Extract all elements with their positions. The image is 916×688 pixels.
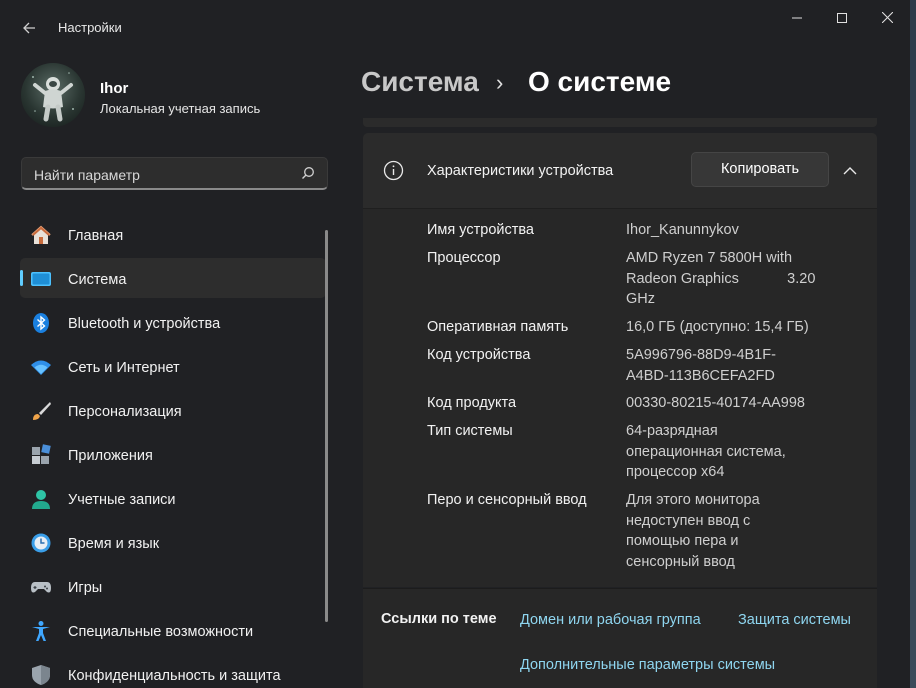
spec-label-system-type: Тип системы <box>427 423 513 439</box>
sidebar-item-label: Bluetooth и устройства <box>68 316 221 332</box>
spec-value-system-type[interactable]: 64-разрядная операционная система, проце… <box>626 421 836 483</box>
sidebar-item-label: Приложения <box>68 448 153 464</box>
spec-value-line: Для этого монитора <box>626 492 760 508</box>
search-icon[interactable] <box>301 166 315 180</box>
spec-value-line: помощью пера и <box>626 533 739 549</box>
sidebar-item-accounts[interactable]: Учетные записи <box>20 478 326 518</box>
spec-label-pen-touch: Перо и сенсорный ввод <box>427 492 587 508</box>
sidebar-item-label: Конфиденциальность и защита <box>68 668 281 684</box>
sidebar-item-home[interactable]: Главная <box>20 214 326 254</box>
sidebar-item-label: Персонализация <box>68 404 182 420</box>
brush-icon <box>33 402 51 420</box>
search-input[interactable]: Найти параметр <box>21 157 328 190</box>
spec-value-line: Ihor_Kanunnykov <box>626 222 739 238</box>
sidebar-item-time-language[interactable]: Время и язык <box>20 522 326 562</box>
spec-value-product-id[interactable]: 00330-80215-40174-AA998 <box>626 393 836 414</box>
spec-value-line: 00330-80215-40174-AA998 <box>626 395 805 411</box>
spec-value-device-name[interactable]: Ihor_Kanunnykov <box>626 220 836 241</box>
gamepad-icon <box>31 582 51 593</box>
spec-value-line: сенсорный ввод <box>626 553 735 570</box>
chevron-up-icon[interactable] <box>840 161 860 181</box>
copy-button[interactable]: Копировать <box>691 152 829 187</box>
active-indicator <box>20 270 23 286</box>
spec-label-ram: Оперативная память <box>427 319 569 335</box>
sidebar-item-personalization[interactable]: Персонализация <box>20 390 326 430</box>
breadcrumb-separator: › <box>496 70 504 95</box>
settings-window: Настройки Ihor Локальная учетная запись … <box>0 0 910 688</box>
link-domain-workgroup[interactable]: Домен или рабочая группа <box>520 612 701 628</box>
globe-clock-icon <box>31 533 51 553</box>
related-links-title: Ссылки по теме <box>381 611 497 627</box>
spec-value-ram[interactable]: 16,0 ГБ (доступно: 15,4 ГБ) <box>626 317 836 338</box>
page-title: О системе <box>528 66 672 97</box>
close-button[interactable] <box>864 8 910 28</box>
sidebar-scrollbar[interactable] <box>325 230 328 622</box>
spec-value-line: процессор x64 <box>626 464 725 480</box>
link-system-protection[interactable]: Защита системы <box>738 612 851 628</box>
shield-icon <box>32 665 50 685</box>
spec-value-pen-touch[interactable]: Для этого монитора недоступен ввод с пом… <box>626 490 836 572</box>
sidebar-item-label: Время и язык <box>68 536 160 552</box>
user-name: Ihor <box>100 80 129 97</box>
sidebar-item-label: Игры <box>68 580 103 596</box>
spec-value-line: 64-разрядная <box>626 423 718 439</box>
sidebar-item-network[interactable]: Сеть и Интернет <box>20 346 326 386</box>
sidebar-item-accessibility[interactable]: Специальные возможности <box>20 610 326 650</box>
spec-value-device-id[interactable]: 5A996796-88D9-4B1F- A4BD-113B6CEFA2FD <box>626 345 836 386</box>
astronaut-avatar-image <box>32 72 74 122</box>
previous-card-edge <box>363 118 877 127</box>
link-advanced-system-settings[interactable]: Дополнительные параметры системы <box>520 657 775 673</box>
sidebar-nav: Главная Система Bluetooth и устройства С… <box>20 214 326 688</box>
spec-label-device-name: Имя устройства <box>427 222 534 238</box>
device-specs-header[interactable]: Характеристики устройства Копировать <box>363 133 877 208</box>
title-bar: Настройки <box>0 0 910 48</box>
apps-icon <box>32 444 51 464</box>
minimize-icon <box>792 17 802 19</box>
wifi-icon <box>31 360 51 375</box>
sidebar-item-label: Система <box>68 272 127 288</box>
spec-label-processor: Процессор <box>427 250 501 266</box>
sidebar-item-system[interactable]: Система <box>20 258 326 298</box>
sidebar-item-label: Главная <box>68 228 124 244</box>
spec-value-line: GHz <box>626 291 655 307</box>
maximize-icon <box>837 13 847 23</box>
spec-value-line: операционная система, <box>626 443 786 460</box>
system-display-icon <box>31 272 51 286</box>
sidebar-item-label: Учетные записи <box>68 492 176 508</box>
device-specs-title: Характеристики устройства <box>427 163 614 179</box>
home-icon <box>31 225 51 244</box>
info-icon <box>383 160 404 181</box>
spec-value-line: недоступен ввод с <box>626 512 751 529</box>
desktop-background <box>910 0 916 688</box>
search-placeholder: Найти параметр <box>34 167 140 183</box>
sidebar-item-gaming[interactable]: Игры <box>20 566 326 606</box>
sidebar-item-apps[interactable]: Приложения <box>20 434 326 474</box>
minimize-button[interactable] <box>774 8 820 28</box>
spec-value-line: Radeon Graphics 3.20 <box>626 270 816 287</box>
account-icon <box>32 490 50 509</box>
sidebar-item-privacy[interactable]: Конфиденциальность и защита <box>20 654 326 688</box>
close-icon <box>881 11 893 24</box>
sidebar-item-bluetooth[interactable]: Bluetooth и устройства <box>20 302 326 342</box>
bluetooth-icon <box>33 313 49 333</box>
breadcrumb-parent[interactable]: Система <box>361 66 479 98</box>
spec-value-line: 16,0 ГБ (доступно: 15,4 ГБ) <box>626 319 809 335</box>
sidebar-item-label: Специальные возможности <box>68 624 254 640</box>
maximize-button[interactable] <box>819 8 865 28</box>
back-arrow-icon <box>23 22 35 34</box>
spec-label-product-id: Код продукта <box>427 395 517 411</box>
accessibility-icon <box>32 621 50 641</box>
spec-value-line: A4BD-113B6CEFA2FD <box>626 367 775 384</box>
related-links: Ссылки по теме Домен или рабочая группа … <box>363 588 877 688</box>
app-title: Настройки <box>58 20 122 35</box>
spec-value-line: AMD Ryzen 7 5800H with <box>626 250 793 266</box>
spec-value-line: 5A996796-88D9-4B1F- <box>626 347 776 363</box>
device-specs-body: Имя устройства Ihor_Kanunnykov Процессор… <box>363 208 877 587</box>
account-type: Локальная учетная запись <box>100 101 261 116</box>
spec-value-processor[interactable]: AMD Ryzen 7 5800H with Radeon Graphics 3… <box>626 248 836 310</box>
sidebar-item-label: Сеть и Интернет <box>68 360 180 376</box>
back-button[interactable] <box>14 14 44 42</box>
spec-label-device-id: Код устройства <box>427 347 531 363</box>
avatar[interactable] <box>21 63 85 127</box>
